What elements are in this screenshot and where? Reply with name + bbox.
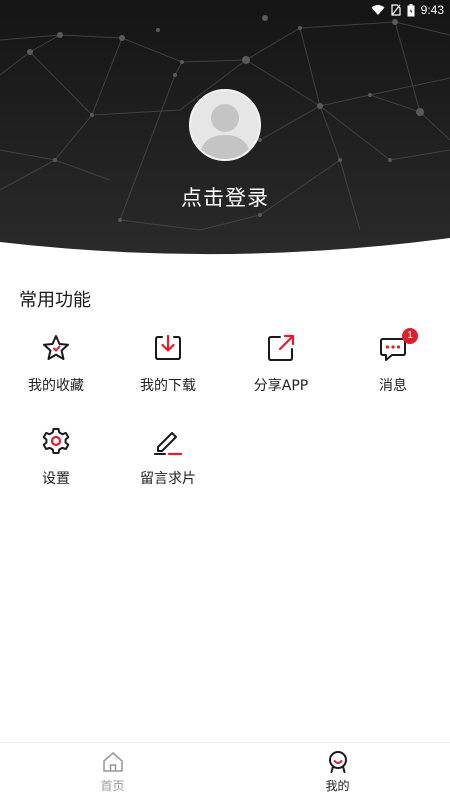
profile-icon: [326, 750, 350, 774]
no-sim-icon: [391, 4, 401, 16]
download-icon: [153, 333, 183, 363]
message-icon: 1: [378, 328, 418, 363]
tab-mine-label: 我的: [325, 779, 350, 793]
settings-label: 设置: [42, 471, 70, 487]
star-icon: [41, 333, 71, 363]
login-link[interactable]: 点击登录: [0, 182, 450, 212]
tab-home[interactable]: 首页: [0, 743, 225, 800]
unread-badge: 1: [402, 328, 418, 344]
share-icon: [266, 333, 296, 363]
bottom-nav: 首页 我的: [0, 742, 450, 800]
gear-icon: [41, 426, 71, 456]
tab-home-label: 首页: [100, 779, 125, 793]
status-bar: 9:43: [0, 0, 450, 20]
settings-button[interactable]: 设置: [0, 423, 112, 503]
home-icon: [101, 750, 125, 774]
tab-mine[interactable]: 我的: [225, 743, 450, 800]
default-avatar-icon: [191, 91, 259, 159]
edit-icon: [153, 426, 183, 456]
messages-label: 消息: [379, 378, 407, 394]
request-film-button[interactable]: 留言求片: [112, 423, 224, 503]
app-screen: 9:43 点击登录 常用功能 我的收藏 我的下载 分享APP 1 消息 设置 留…: [0, 0, 450, 800]
avatar[interactable]: [189, 89, 261, 161]
share-app-button[interactable]: 分享APP: [225, 330, 337, 410]
section-title: 常用功能: [19, 290, 91, 311]
share-app-label: 分享APP: [253, 378, 309, 394]
battery-icon: [407, 3, 415, 16]
favorites-label: 我的收藏: [28, 378, 84, 394]
favorites-button[interactable]: 我的收藏: [0, 330, 112, 410]
profile-header: 9:43 点击登录: [0, 0, 450, 262]
status-time: 9:43: [420, 3, 444, 17]
request-film-label: 留言求片: [140, 471, 196, 487]
downloads-label: 我的下载: [140, 378, 196, 394]
messages-button[interactable]: 1 消息: [337, 328, 449, 410]
downloads-button[interactable]: 我的下载: [112, 330, 224, 410]
wifi-icon: [371, 5, 385, 15]
